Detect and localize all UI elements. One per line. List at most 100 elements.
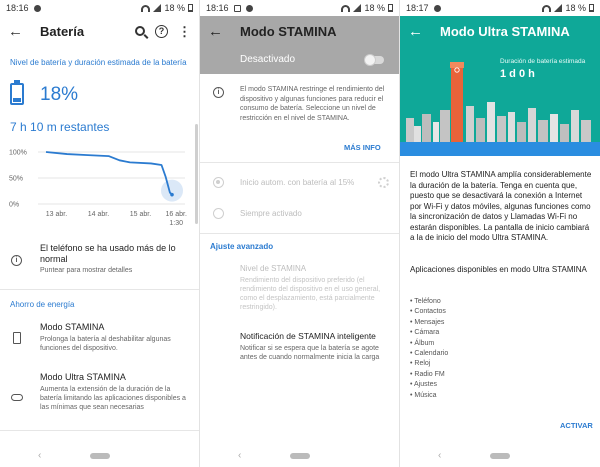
battery-status-icon bbox=[589, 4, 594, 12]
help-icon[interactable]: ? bbox=[155, 24, 168, 38]
power-saving-header: Ahorro de energía bbox=[10, 300, 75, 309]
status-icons: 18 % bbox=[341, 3, 393, 13]
status-icons: 18 % bbox=[542, 3, 594, 13]
app-list-item: • Música bbox=[410, 391, 437, 399]
back-arrow-icon[interactable]: ← bbox=[8, 24, 28, 39]
building bbox=[440, 110, 450, 142]
tower-cap bbox=[450, 62, 464, 68]
usage-warning-row[interactable]: i El teléfono se ha usado más de lo norm… bbox=[0, 243, 199, 283]
battery-status-icon bbox=[188, 4, 193, 12]
available-apps-title: Aplicaciones disponibles en modo Ultra S… bbox=[410, 265, 587, 274]
nav-back-icon[interactable]: ‹ bbox=[438, 450, 441, 461]
divider bbox=[200, 233, 399, 234]
status-battery-text: 18 % bbox=[565, 3, 586, 13]
signal-icon bbox=[153, 4, 162, 12]
smart-notification-title: Notificación de STAMINA inteligente bbox=[240, 331, 376, 341]
always-on-radio[interactable] bbox=[213, 208, 224, 219]
stamina-toggle-switch[interactable] bbox=[364, 54, 384, 66]
always-on-label: Siempre activado bbox=[240, 209, 302, 218]
ultra-stamina-screen: 18:17 18 % ← Modo Ultra STAMINA Duración… bbox=[400, 0, 600, 467]
app-list-item: • Álbum bbox=[410, 339, 435, 347]
status-bar: 18:16 18 % bbox=[200, 0, 399, 16]
battery-level-section-header: Nivel de batería y duración estimada de … bbox=[10, 58, 187, 67]
status-battery-text: 18 % bbox=[364, 3, 385, 13]
gear-icon[interactable] bbox=[378, 177, 389, 188]
usage-warning-title: El teléfono se ha usado más de lo normal bbox=[40, 243, 176, 264]
status-time: 18:16 bbox=[206, 3, 229, 13]
wifi-icon bbox=[341, 4, 351, 12]
app-list-item: • Cámara bbox=[410, 329, 440, 337]
stamina-mode-title: Modo STAMINA bbox=[40, 322, 105, 332]
toggle-knob bbox=[364, 54, 376, 66]
app-bar: ← Modo STAMINA bbox=[200, 16, 399, 46]
status-time: 18:17 bbox=[406, 3, 429, 13]
building bbox=[517, 122, 526, 142]
signal-icon bbox=[353, 4, 362, 12]
stamina-info-text: El modo STAMINA restringe el rendimiento… bbox=[240, 86, 385, 122]
toggle-label: Desactivado bbox=[240, 54, 296, 65]
app-list-item: • Radio FM bbox=[410, 370, 445, 378]
building bbox=[466, 106, 474, 142]
ground bbox=[400, 142, 600, 156]
home-pill[interactable] bbox=[290, 453, 310, 459]
building bbox=[571, 110, 579, 142]
nav-back-icon[interactable]: ‹ bbox=[38, 450, 41, 461]
building bbox=[497, 116, 506, 142]
info-icon: i bbox=[213, 87, 224, 98]
status-time: 18:16 bbox=[6, 3, 29, 13]
activate-button[interactable]: ACTIVAR bbox=[560, 421, 593, 430]
divider bbox=[0, 430, 199, 431]
wifi-icon bbox=[141, 4, 151, 12]
x-tick-label: 16 abr. bbox=[165, 211, 186, 218]
divider bbox=[200, 162, 399, 163]
home-pill[interactable] bbox=[90, 453, 110, 459]
search-icon[interactable] bbox=[135, 26, 145, 36]
divider bbox=[0, 289, 199, 290]
status-battery-text: 18 % bbox=[164, 3, 185, 13]
more-info-link[interactable]: MÁS INFO bbox=[344, 143, 381, 152]
ultra-description: El modo Ultra STAMINA amplía considerabl… bbox=[410, 170, 592, 242]
battery-chart-svg: 100% 50% 0% 13 abr. 14 abr. 15 abr. 16 abr. 1:3… bbox=[9, 150, 187, 228]
stamina-mode-desc: Prolonga la batería al deshabilitar algu… bbox=[40, 336, 171, 352]
available-apps-list: • Teléfono • Contactos • Mensajes • Cámara •… bbox=[410, 297, 448, 401]
auto-start-radio[interactable] bbox=[213, 177, 224, 188]
back-arrow-icon[interactable]: ← bbox=[208, 24, 228, 39]
battery-level-line bbox=[45, 151, 173, 196]
more-options-icon[interactable]: ⋮ bbox=[178, 25, 191, 38]
app-list-item: • Ajustes bbox=[410, 381, 437, 389]
stamina-level-desc: Rendimiento del dispositivo preferido (e… bbox=[240, 277, 381, 311]
scrollbar[interactable] bbox=[195, 124, 198, 224]
ultra-stamina-desc: Aumenta la extensión de la duración de l… bbox=[40, 386, 186, 411]
nav-bar: ‹ bbox=[200, 445, 399, 467]
app-bar-actions: ? ⋮ bbox=[135, 24, 191, 38]
back-arrow-icon[interactable]: ← bbox=[408, 24, 428, 39]
duration-label: Duración de batería estimada bbox=[500, 58, 586, 65]
page-title: Modo STAMINA bbox=[240, 23, 337, 39]
info-icon: i bbox=[11, 255, 22, 266]
x-tick-label: 14 abr. bbox=[88, 211, 109, 218]
app-list-item: • Reloj bbox=[410, 360, 431, 368]
app-list-item: • Contactos bbox=[410, 308, 446, 316]
stamina-level-item[interactable]: Nivel de STAMINA Rendimiento del disposi… bbox=[240, 264, 392, 312]
home-pill[interactable] bbox=[490, 453, 510, 459]
signal-icon bbox=[554, 4, 563, 12]
stamina-toggle-row[interactable]: Desactivado bbox=[200, 52, 399, 72]
nav-back-icon[interactable]: ‹ bbox=[238, 450, 241, 461]
building bbox=[406, 118, 414, 142]
app-list-item: • Teléfono bbox=[410, 298, 441, 305]
battery-status-icon bbox=[388, 4, 393, 12]
image-notification-icon bbox=[233, 4, 241, 12]
duration-value: 1 d 0 h bbox=[500, 68, 535, 80]
app-list-item: • Mensajes bbox=[410, 318, 445, 326]
stamina-screen: 18:16 18 % ← Modo STAMINA Desactivado i … bbox=[200, 0, 400, 467]
building bbox=[528, 108, 536, 142]
nav-bar: ‹ bbox=[400, 445, 600, 467]
page-title: Modo Ultra STAMINA bbox=[440, 23, 570, 39]
smart-notification-item[interactable]: Notificación de STAMINA inteligente Noti… bbox=[240, 331, 392, 362]
ultra-stamina-title: Modo Ultra STAMINA bbox=[40, 372, 126, 382]
stamina-level-title: Nivel de STAMINA bbox=[240, 264, 307, 273]
building bbox=[508, 112, 515, 142]
x-tick-label: 13 abr. bbox=[46, 211, 67, 218]
nav-bar: ‹ bbox=[0, 445, 199, 467]
building bbox=[560, 124, 569, 142]
